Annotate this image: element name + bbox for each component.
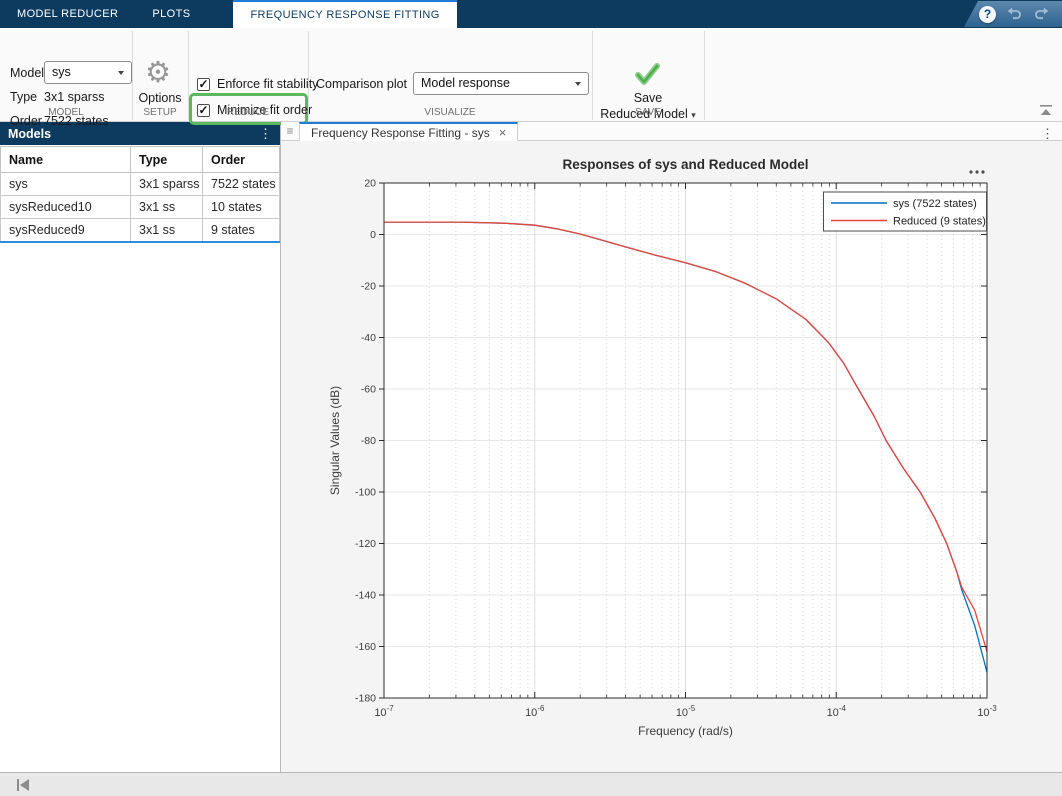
col-name[interactable]: Name <box>1 147 131 173</box>
section-label-visualize: VISUALIZE <box>308 107 592 118</box>
tab-plots[interactable]: PLOTS <box>135 0 207 28</box>
svg-text:-40: -40 <box>361 332 376 344</box>
svg-text:-120: -120 <box>355 538 376 550</box>
ribbon: Model sys Type 3x1 sparss Order 7522 sta… <box>0 28 1062 122</box>
axes-toolbar-ellipsis-icon <box>981 170 984 173</box>
enforce-fit-stability-label: Enforce fit stability <box>217 77 318 91</box>
table-row[interactable]: sysReduced103x1 ss10 states <box>1 196 280 219</box>
models-table: Name Type Order sys3x1 sparss7522 states… <box>0 146 280 243</box>
comparison-plot-label: Comparison plot <box>316 77 407 91</box>
col-type[interactable]: Type <box>131 147 203 173</box>
main-area: Models ⋮ Name Type Order sys3x1 sparss75… <box>0 122 1062 772</box>
svg-text:10-7: 10-7 <box>374 704 394 719</box>
svg-text:-140: -140 <box>355 590 376 602</box>
svg-text:-20: -20 <box>361 281 376 293</box>
status-bar <box>0 772 1062 796</box>
help-icon[interactable]: ? <box>979 6 996 23</box>
svg-text:-100: -100 <box>355 487 376 499</box>
svg-text:10-6: 10-6 <box>525 704 545 719</box>
svg-text:Singular Values (dB): Singular Values (dB) <box>328 386 342 495</box>
section-label-save: SAVE <box>592 107 704 118</box>
models-panel-header: Models ⋮ <box>0 122 280 145</box>
comparison-plot-value: Model response <box>421 76 510 90</box>
tab-list-icon[interactable]: ≡ <box>281 122 299 140</box>
quick-access-toolbar: ? <box>962 1 1062 27</box>
svg-text:10-4: 10-4 <box>827 704 847 719</box>
close-icon[interactable]: × <box>499 125 507 140</box>
tab-frequency-response-fitting-sys[interactable]: Frequency Response Fitting - sys × <box>299 122 518 141</box>
section-separator <box>704 31 705 120</box>
panel-menu-icon[interactable]: ⋮ <box>259 126 280 142</box>
svg-text:-160: -160 <box>355 641 376 653</box>
chevron-down-icon <box>118 71 124 75</box>
section-label-reduce: REDUCE <box>188 107 308 118</box>
section-label-model: MODEL <box>0 107 132 118</box>
save-check-icon <box>630 60 664 88</box>
redo-icon[interactable] <box>1033 7 1050 21</box>
collapse-panel-icon[interactable] <box>16 779 31 791</box>
chevron-down-icon <box>575 82 581 86</box>
save-button-line1: Save <box>592 90 704 106</box>
svg-text:10-5: 10-5 <box>676 704 696 719</box>
type-label: Type <box>10 90 37 104</box>
svg-text:Frequency (rad/s): Frequency (rad/s) <box>638 724 733 738</box>
svg-text:0: 0 <box>370 229 376 241</box>
document-area: ≡ Frequency Response Fitting - sys × ⋮ 1… <box>281 122 1062 772</box>
model-select-value: sys <box>52 65 71 79</box>
svg-text:-60: -60 <box>361 384 376 396</box>
svg-text:20: 20 <box>364 178 376 190</box>
axes-toolbar-ellipsis-icon <box>969 170 972 173</box>
svg-text:-80: -80 <box>361 435 376 447</box>
tab-frequency-response-fitting[interactable]: FREQUENCY RESPONSE FITTING <box>233 0 456 28</box>
col-order[interactable]: Order <box>203 147 280 173</box>
figure-panel: 10-7 10-6 10-5 10-4 10-3 -180 -160 -140 -120 -100… <box>281 141 1062 772</box>
enforce-fit-stability-checkbox[interactable]: ✓ Enforce fit stability <box>197 76 318 92</box>
models-panel: Models ⋮ Name Type Order sys3x1 sparss75… <box>0 122 281 772</box>
options-button[interactable]: Options <box>132 91 188 105</box>
response-chart: 10-7 10-6 10-5 10-4 10-3 -180 -160 -140 -120 -100… <box>281 141 1062 767</box>
undo-icon[interactable] <box>1006 7 1023 21</box>
document-tab-label: Frequency Response Fitting - sys <box>311 126 490 140</box>
models-table-header-row: Name Type Order <box>1 147 280 173</box>
model-select[interactable]: sys <box>44 61 132 84</box>
svg-text:Reduced (9 states): Reduced (9 states) <box>893 216 986 228</box>
svg-text:-180: -180 <box>355 693 376 705</box>
model-label: Model <box>10 66 44 80</box>
document-tab-bar: ≡ Frequency Response Fitting - sys × ⋮ <box>281 122 1062 141</box>
models-panel-title: Models <box>0 127 259 141</box>
toolstrip-tab-bar: MODEL REDUCER PLOTS FREQUENCY RESPONSE F… <box>0 0 1062 28</box>
checkbox-check-icon: ✓ <box>197 78 210 91</box>
section-label-setup: SETUP <box>132 107 188 118</box>
svg-text:10-3: 10-3 <box>977 704 997 719</box>
table-row[interactable]: sysReduced93x1 ss9 states <box>1 219 280 242</box>
svg-text:sys (7522 states): sys (7522 states) <box>893 198 977 210</box>
collapse-toolstrip-icon[interactable] <box>1038 104 1054 116</box>
table-row[interactable]: sys3x1 sparss7522 states <box>1 173 280 196</box>
type-value: 3x1 sparss <box>44 90 104 104</box>
axes-toolbar-ellipsis-icon <box>975 170 978 173</box>
gear-icon[interactable]: ⚙ <box>145 59 171 88</box>
tab-model-reducer[interactable]: MODEL REDUCER <box>0 0 135 28</box>
svg-text:Responses of sys and Reduced M: Responses of sys and Reduced Model <box>562 157 808 172</box>
comparison-plot-select[interactable]: Model response <box>413 72 589 95</box>
